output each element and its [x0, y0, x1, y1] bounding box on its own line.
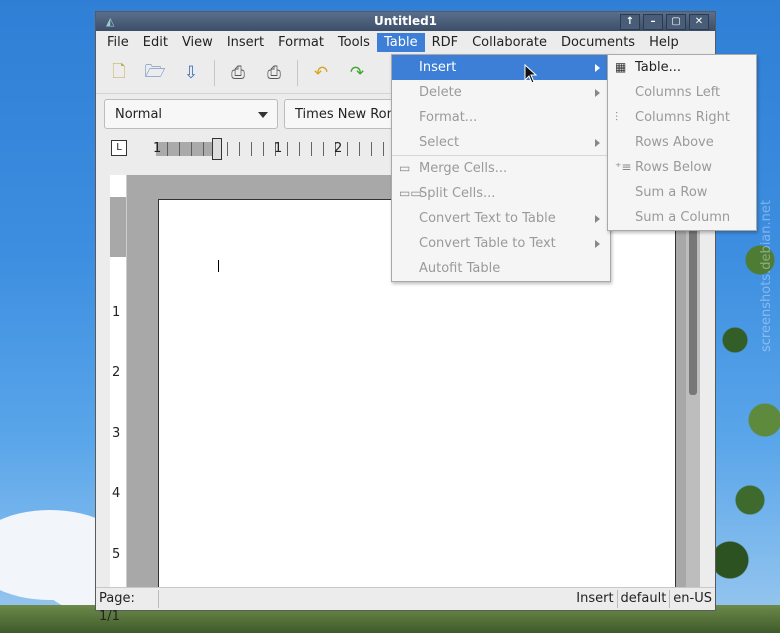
chevron-down-icon: [258, 112, 268, 118]
menu-item-label: Insert: [419, 60, 457, 75]
status-page: Page: 1/1: [96, 590, 159, 624]
undo-icon[interactable]: ↶: [308, 60, 334, 86]
table-menu-autofit[interactable]: Autofit Table: [392, 256, 610, 281]
table-menu-convert-text-to-table[interactable]: Convert Text to Table: [392, 206, 610, 231]
menu-item-label: Table...: [635, 60, 682, 75]
menu-item-label: Columns Right: [635, 110, 730, 125]
insert-table-item[interactable]: ▦ Table...: [608, 55, 756, 80]
ruler-number: 2: [334, 141, 343, 156]
ruler-number: 1: [112, 305, 121, 320]
watermark-text: screenshots.debian.net: [759, 200, 774, 352]
ruler-number: 1: [274, 141, 283, 156]
ruler-number: 1: [153, 141, 162, 156]
status-mode: Insert: [573, 590, 618, 608]
new-document-icon[interactable]: 🗋: [106, 60, 132, 86]
print-preview-icon[interactable]: ⎙: [261, 60, 287, 86]
table-menu-merge-cells[interactable]: ▭ Merge Cells...: [392, 156, 610, 181]
menu-edit[interactable]: Edit: [136, 33, 175, 52]
maximize-button[interactable]: ▢: [666, 14, 686, 30]
style-combo-value: Normal: [115, 106, 163, 122]
ruler-number: 4: [112, 486, 121, 501]
menu-item-label: Rows Below: [635, 160, 713, 175]
title-bar[interactable]: ◭ Untitled1 ↑ – ▢ ✕: [96, 12, 715, 31]
menu-insert[interactable]: Insert: [220, 33, 271, 52]
menu-item-label: Merge Cells...: [419, 161, 508, 176]
indent-marker[interactable]: [212, 138, 222, 160]
print-icon[interactable]: ⎙: [225, 60, 251, 86]
merge-cells-icon: ▭: [399, 161, 411, 175]
menu-item-label: Convert Text to Table: [419, 211, 556, 226]
menu-tools[interactable]: Tools: [331, 33, 377, 52]
table-menu-select[interactable]: Select: [392, 130, 610, 155]
ruler-number: 5: [112, 547, 121, 562]
scrollbar-thumb[interactable]: [689, 215, 697, 395]
text-cursor: [218, 260, 219, 272]
tab-stop-selector[interactable]: L: [111, 140, 127, 156]
table-menu-convert-table-to-text[interactable]: Convert Table to Text: [392, 231, 610, 256]
menu-item-label: Convert Table to Text: [419, 236, 556, 251]
rows-below-icon: ⁺≡: [615, 160, 632, 174]
table-grid-icon: ▦: [615, 60, 627, 74]
vertical-ruler: 1 2 3 4 5: [110, 175, 127, 587]
menu-collaborate[interactable]: Collaborate: [465, 33, 554, 52]
menu-format[interactable]: Format: [271, 33, 331, 52]
status-locale: en-US: [673, 591, 712, 606]
split-cells-icon: ▭▭: [399, 186, 422, 200]
table-menu: Insert Delete Format... Select ▭ Merge Ce…: [391, 54, 611, 282]
menu-item-label: Format...: [419, 110, 478, 125]
insert-submenu: ▦ Table... Columns Left ⫶ Columns Right Ro…: [607, 54, 757, 231]
menu-view[interactable]: View: [175, 33, 220, 52]
menu-rdf[interactable]: RDF: [425, 33, 466, 52]
sum-column-item[interactable]: Sum a Column: [608, 205, 756, 230]
menu-documents[interactable]: Documents: [554, 33, 642, 52]
style-combo[interactable]: Normal: [104, 99, 278, 129]
insert-columns-right-item[interactable]: ⫶ Columns Right: [608, 105, 756, 130]
ruler-number: 3: [112, 426, 121, 441]
submenu-arrow-icon: [595, 240, 600, 248]
sum-row-item[interactable]: Sum a Row: [608, 180, 756, 205]
menu-item-label: Split Cells...: [419, 186, 496, 201]
menu-item-label: Autofit Table: [419, 261, 501, 276]
minimize-button[interactable]: –: [643, 14, 663, 30]
menu-item-label: Delete: [419, 85, 462, 100]
submenu-arrow-icon: [595, 139, 600, 147]
vertical-scrollbar[interactable]: [686, 175, 700, 587]
menu-bar: File Edit View Insert Format Tools Table…: [96, 31, 715, 53]
status-language: default: [618, 590, 671, 608]
table-menu-format[interactable]: Format...: [392, 105, 610, 130]
ruler-margin-shade: [110, 197, 126, 257]
ruler-number: 2: [112, 365, 121, 380]
insert-rows-above-item[interactable]: Rows Above: [608, 130, 756, 155]
menu-item-label: Sum a Column: [635, 210, 731, 225]
redo-icon[interactable]: ↷: [344, 60, 370, 86]
menu-item-label: Rows Above: [635, 135, 714, 150]
insert-rows-below-item[interactable]: ⁺≡ Rows Below: [608, 155, 756, 180]
table-menu-delete[interactable]: Delete: [392, 80, 610, 105]
menu-help[interactable]: Help: [642, 33, 686, 52]
insert-columns-left-item[interactable]: Columns Left: [608, 80, 756, 105]
menu-file[interactable]: File: [100, 33, 136, 52]
menu-item-label: Sum a Row: [635, 185, 708, 200]
mouse-pointer-icon: [524, 64, 538, 84]
open-folder-icon[interactable]: 🗁: [142, 60, 168, 86]
submenu-arrow-icon: [595, 215, 600, 223]
menu-item-label: Columns Left: [635, 85, 721, 100]
status-bar: Page: 1/1 Insert default en-US: [96, 587, 715, 624]
column-right-icon: ⫶: [615, 110, 619, 124]
menu-item-label: Select: [419, 135, 460, 150]
submenu-arrow-icon: [595, 89, 600, 97]
menu-table[interactable]: Table: [376, 32, 425, 52]
shade-button[interactable]: ↑: [620, 14, 640, 30]
submenu-arrow-icon: [595, 64, 600, 72]
toolbar-separator: [297, 60, 298, 86]
save-icon[interactable]: ⇩: [178, 60, 204, 86]
close-button[interactable]: ✕: [689, 14, 709, 30]
table-menu-insert[interactable]: Insert: [392, 55, 610, 80]
toolbar-separator: [214, 60, 215, 86]
table-menu-split-cells[interactable]: ▭▭ Split Cells...: [392, 181, 610, 206]
